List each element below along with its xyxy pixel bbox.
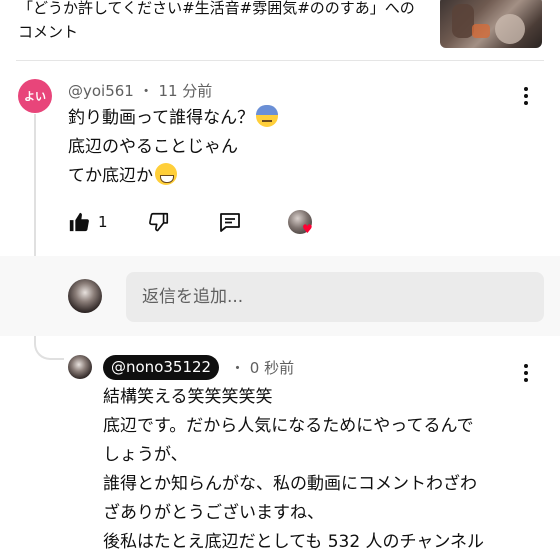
- avatar-text: よい: [24, 90, 46, 103]
- meta-separator: ・: [138, 82, 154, 100]
- header-divider: [16, 60, 544, 61]
- reply-text: 結構笑える笑笑笑笑笑 底辺です。だから人気になるためにやってるんで しょうが、 …: [103, 383, 523, 557]
- reply-author-badge[interactable]: @nono35122: [103, 355, 220, 380]
- meta-separator: ・: [230, 359, 246, 377]
- comment-author[interactable]: @yoi561: [68, 82, 134, 100]
- comment-line: 釣り動画って誰得なん？: [68, 104, 498, 133]
- reply-line: しょうが、: [103, 445, 188, 465]
- grinning-sweat-emoji: [155, 163, 177, 185]
- reply-line: ざありがとうございますね、: [103, 503, 324, 523]
- my-avatar: [68, 279, 102, 313]
- comment-context-header: 「どうか許してください#生活音#雰囲気#ののすあ」への コメント: [0, 0, 560, 58]
- more-vertical-icon: [524, 364, 528, 368]
- comment-text: 釣り動画って誰得なん？ 底辺のやることじゃん てか底辺か: [68, 104, 498, 191]
- comment-time: 11 分前: [158, 82, 213, 100]
- dislike-button[interactable]: [148, 208, 170, 236]
- anxious-sweat-emoji: [256, 105, 279, 127]
- more-vertical-icon: [524, 87, 528, 91]
- reply-line: 結構笑える笑笑笑笑笑: [103, 387, 273, 407]
- comment-line: てか底辺か: [68, 162, 498, 191]
- reply-avatar[interactable]: [68, 355, 92, 379]
- thread-line: [34, 114, 36, 256]
- reply-more-options-button[interactable]: [516, 361, 536, 385]
- video-title-text[interactable]: 「どうか許してください#生活音#雰囲気#ののすあ」への コメント: [18, 0, 428, 44]
- reply-line: 底辺です。だから人気になるためにやってるんで: [103, 416, 474, 436]
- creator-heart-badge: ♥: [288, 210, 313, 236]
- reply-line: 誰得とか知らんがな、私の動画にコメントわざわ: [103, 474, 477, 494]
- comment-line: 底辺のやることじゃん: [68, 137, 238, 157]
- like-count: 1: [98, 213, 108, 231]
- comment-meta: @yoi561 ・ 11 分前: [68, 80, 212, 101]
- reply-time: 0 秒前: [249, 359, 295, 377]
- reply-input[interactable]: [126, 272, 544, 322]
- reply-button[interactable]: [218, 208, 242, 236]
- more-options-button[interactable]: [516, 84, 536, 108]
- avatar[interactable]: よい: [18, 79, 52, 113]
- thumbs-up-filled-icon: [69, 212, 89, 232]
- thumbs-down-icon: [149, 212, 169, 232]
- video-title-line: コメント: [18, 23, 79, 41]
- like-button[interactable]: 1: [68, 208, 108, 236]
- creator-heart-icon: ♥: [302, 222, 313, 236]
- video-thumbnail[interactable]: [440, 0, 542, 48]
- reply-meta: ・ 0 秒前: [230, 357, 294, 378]
- video-title-line: 「どうか許してください#生活音#雰囲気#ののすあ」への: [18, 0, 415, 17]
- comment-icon: [220, 213, 240, 232]
- comment-actions: 1 ♥: [68, 208, 328, 236]
- reply-line: 後私はたとえ底辺だとしても 532 人のチャンネル: [103, 532, 485, 552]
